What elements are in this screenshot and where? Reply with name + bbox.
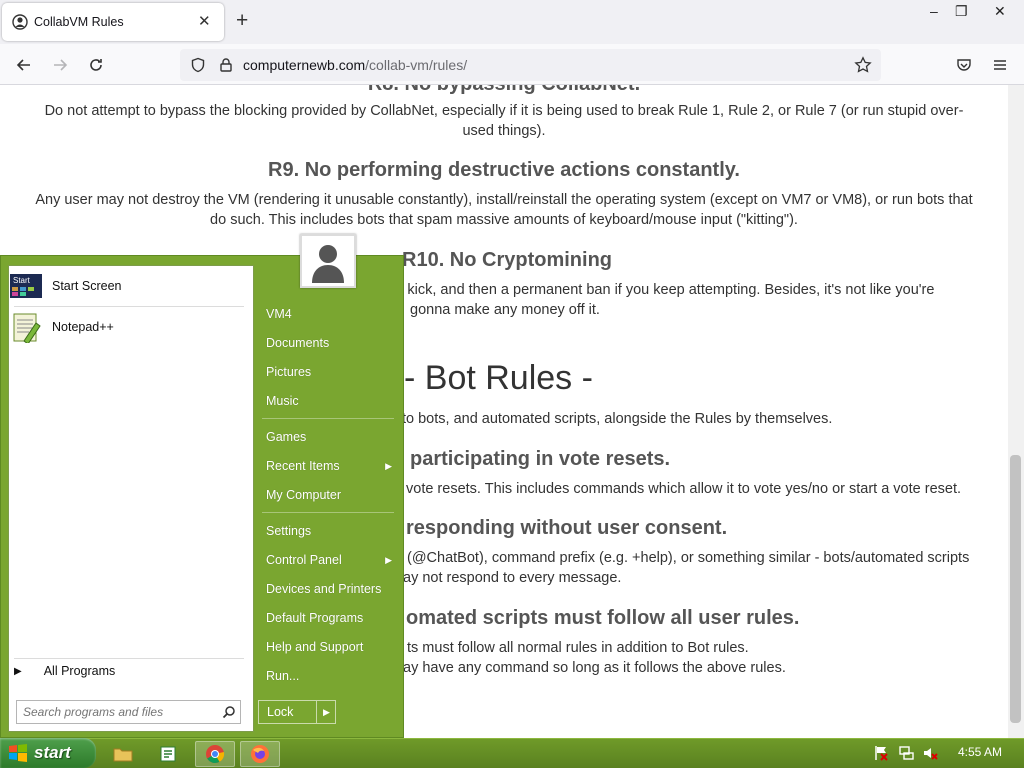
chrome-icon (206, 745, 225, 764)
tray-volume[interactable] (921, 744, 939, 762)
taskbar-firefox[interactable] (240, 741, 280, 767)
hamburger-menu-icon[interactable] (988, 53, 1012, 77)
pinned-notepadpp[interactable]: Notepad++ (10, 310, 250, 344)
all-programs-label: All Programs (43, 664, 116, 678)
start-screen-label: Start Screen (52, 279, 122, 293)
url-host: computernewb.com (243, 57, 366, 73)
flag-icon (875, 746, 888, 761)
start-link-help-support[interactable]: Help and Support (258, 635, 398, 659)
start-link-music[interactable]: Music (258, 389, 398, 413)
media-icon (160, 746, 176, 762)
r9-text: Any user may not destroy the VM (renderi… (35, 192, 973, 228)
start-link-documents[interactable]: Documents (258, 331, 398, 355)
windows-logo-icon (9, 744, 27, 762)
start-right-separator (262, 512, 394, 513)
search-icon[interactable] (222, 705, 236, 719)
bookmark-star-icon[interactable] (851, 53, 875, 77)
url-text[interactable]: computernewb.com/collab-vm/rules/ (243, 57, 467, 73)
firefox-icon (251, 745, 269, 763)
window-close-button[interactable]: ✕ (994, 1, 1006, 21)
start-link-vm4[interactable]: VM4 (258, 302, 398, 326)
submenu-arrow-icon: ▶ (385, 461, 392, 471)
start-link-default-programs[interactable]: Default Programs (258, 606, 398, 630)
start-label: start (34, 743, 71, 762)
volume-muted-icon (924, 748, 938, 760)
r8-text: Do not attempt to bypass the blocking pr… (44, 103, 964, 139)
b1-text: vote resets. This includes commands whic… (406, 481, 962, 497)
taskbar-media[interactable] (148, 741, 188, 767)
url-path: /collab-vm/rules/ (365, 57, 468, 73)
tray-network[interactable] (897, 744, 915, 762)
r9-heading: R9. No performing destructive actions co… (268, 159, 740, 181)
pocket-icon[interactable] (952, 53, 976, 77)
r10-text-line2: gonna make any money off it. (410, 302, 600, 318)
forward-arrow-icon[interactable] (48, 53, 72, 77)
network-icon (899, 746, 914, 760)
start-link-my-computer[interactable]: My Computer (258, 483, 398, 507)
b3-heading: omated scripts must follow all user rule… (406, 607, 800, 629)
start-screen-icon: Start (10, 274, 42, 298)
scrollbar-thumb[interactable] (1010, 455, 1021, 723)
file-explorer-icon (113, 748, 133, 762)
reload-icon[interactable] (84, 53, 108, 77)
start-link-devices-printers[interactable]: Devices and Printers (258, 577, 398, 601)
b2-text-line1: (@ChatBot), command prefix (e.g. +help),… (407, 550, 970, 566)
padlock-icon[interactable] (214, 53, 238, 77)
b3-text-line1: ts must follow all normal rules in addit… (407, 640, 749, 656)
start-link-games[interactable]: Games (258, 425, 398, 449)
start-link-pictures[interactable]: Pictures (258, 360, 398, 384)
start-search-box[interactable] (16, 700, 241, 724)
lock-options-arrow-icon[interactable]: ▶ (316, 701, 336, 723)
r10-text-line1: in a kick, and then a permanent ban if y… (380, 282, 935, 298)
back-arrow-icon[interactable] (12, 53, 36, 77)
control-panel-label: Control Panel (266, 553, 342, 567)
taskbar-chrome[interactable] (195, 741, 235, 767)
nav-toolbar: computernewb.com/collab-vm/rules/ (0, 44, 1024, 85)
r8-heading: R8. No bypassing CollabNet. (0, 85, 1008, 96)
start-link-run[interactable]: Run... (258, 664, 398, 688)
recent-items-label: Recent Items (266, 459, 340, 473)
start-right-separator (262, 418, 394, 419)
start-link-control-panel[interactable]: Control Panel ▶ (258, 548, 398, 572)
b3-text-line2: ay have any command so long as it follow… (403, 660, 786, 676)
r10-heading: R10. No Cryptomining (402, 249, 613, 271)
tab-bar: CollabVM Rules ✕ + – ❐ ✕ (0, 0, 1024, 44)
browser-tab-active[interactable]: CollabVM Rules ✕ (2, 3, 224, 41)
bot-intro-text: to bots, and automated scripts, alongsid… (402, 411, 833, 427)
restore-button[interactable]: ❐ (955, 1, 968, 21)
pinned-start-screen[interactable]: Start Start Screen (10, 269, 250, 303)
lock-button[interactable]: Lock ▶ (258, 700, 336, 724)
triangle-right-icon: ▶ (14, 665, 22, 677)
b2-heading: responding without user consent. (406, 517, 728, 539)
notepadpp-icon (13, 313, 41, 343)
tray-flag[interactable] (872, 744, 890, 762)
tracking-shield-icon[interactable] (186, 53, 210, 77)
start-button[interactable]: start (0, 738, 96, 768)
collabvm-favicon-icon (12, 14, 28, 30)
new-tab-plus-icon[interactable]: + (236, 9, 248, 33)
tab-close-icon[interactable]: ✕ (198, 12, 211, 30)
tab-title: CollabVM Rules (34, 15, 124, 29)
start-link-recent-items[interactable]: Recent Items ▶ (258, 454, 398, 478)
minimize-button[interactable]: – (930, 1, 938, 21)
bot-rules-heading: - Bot Rules - (404, 359, 593, 397)
start-link-settings[interactable]: Settings (258, 519, 398, 543)
taskbar-clock[interactable]: 4:55 AM (958, 745, 1002, 759)
address-bar[interactable]: computernewb.com/collab-vm/rules/ (180, 49, 881, 81)
notepadpp-label: Notepad++ (52, 320, 114, 334)
start-tile-text: Start (13, 276, 31, 285)
user-avatar-icon[interactable] (300, 234, 356, 288)
taskbar-file-explorer[interactable] (103, 741, 143, 767)
b2-text-line2: ay not respond to every message. (403, 570, 622, 586)
lock-label: Lock (267, 705, 294, 719)
all-programs-separator (14, 658, 244, 659)
submenu-arrow-icon: ▶ (385, 555, 392, 565)
start-search-input[interactable] (23, 704, 213, 720)
all-programs-button[interactable]: ▶ All Programs (14, 664, 115, 678)
pinned-separator (14, 306, 244, 307)
b1-heading: participating in vote resets. (410, 448, 671, 470)
